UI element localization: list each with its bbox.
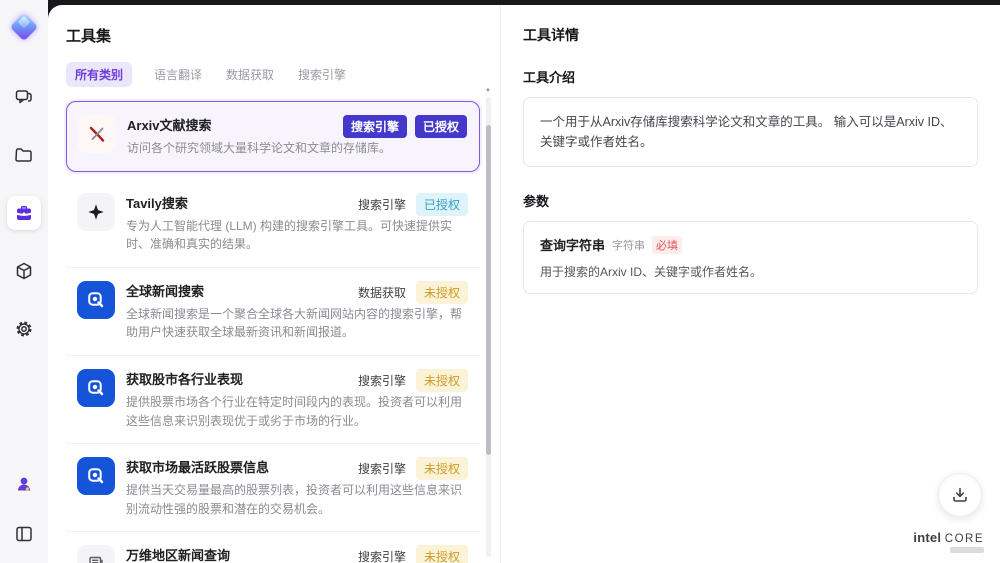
tool-card-3[interactable]: 获取股市各行业表现 提供股票市场各个行业在特定时间段内的表现。投资者可以利用这些… [66, 355, 480, 445]
intro-heading: 工具介绍 [523, 70, 576, 85]
gear-icon[interactable] [7, 312, 41, 346]
category-badge: 搜索引擎 [342, 115, 407, 138]
tab-1[interactable]: 语言翻译 [152, 62, 204, 87]
tab-0[interactable]: 所有类别 [66, 62, 133, 87]
parameter-description: 用于搜索的Arxiv ID、关键字或作者姓名。 [540, 265, 763, 279]
newspaper-icon [89, 557, 103, 563]
tool-description: 全球新闻搜索是一个聚合全球各大新闻网站内容的搜索引擎，帮助用户快速获取全球最新资… [126, 306, 463, 340]
news-search-icon [88, 380, 104, 396]
auth-status-badge: 未授权 [415, 545, 468, 563]
download-icon [953, 487, 967, 502]
tool-details-pane: 工具详情 工具介绍 一个用于从Arxiv存储库搜索科学论文和文章的工具。 输入可… [500, 5, 1000, 563]
left-rail [0, 0, 48, 563]
chat-icon[interactable] [7, 80, 41, 114]
tool-description: 专为人工智能代理 (LLM) 构建的搜索引擎工具。可快速提供实时、准确和真实的结… [126, 218, 453, 252]
cube-icon[interactable] [7, 254, 41, 288]
parameter-type: 字符串 [612, 239, 646, 252]
tool-card-2[interactable]: 全球新闻搜索 全球新闻搜索是一个聚合全球各大新闻网站内容的搜索引擎，帮助用户快速… [66, 267, 480, 356]
tool-list: Arxiv文献搜索 访问各个研究领域大量科学论文和文章的存储库。 搜索引擎 已授… [66, 101, 480, 563]
auth-status-badge: 未授权 [415, 457, 468, 481]
category-badge: 搜索引擎 [357, 197, 406, 212]
page-title: 工具集 [66, 28, 112, 45]
category-badge: 搜索引擎 [357, 373, 406, 388]
tool-card-5[interactable]: 万维地区新闻查询 查询具体行政区划内的新闻，快速了解各地新闻动态 搜索引擎 未授… [66, 532, 480, 563]
sparkle-icon [88, 203, 104, 220]
folder-icon[interactable] [7, 138, 41, 172]
category-badge: 搜索引擎 [357, 462, 406, 477]
parameter-name: 查询字符串 [540, 238, 606, 253]
collapse-panel-icon[interactable] [7, 517, 41, 551]
tool-card-4[interactable]: 获取市场最活跃股票信息 提供当天交易量最高的股票列表，投资者可以利用这些信息来识… [66, 444, 480, 533]
tab-2[interactable]: 数据获取 [224, 62, 276, 87]
tool-description: 访问各个研究领域大量科学论文和文章的存储库。 [127, 141, 392, 155]
scroll-up-icon[interactable]: ▲ [484, 87, 492, 93]
tool-card-0[interactable]: Arxiv文献搜索 访问各个研究领域大量科学论文和文章的存储库。 搜索引擎 已授… [66, 101, 480, 172]
auth-status-badge: 未授权 [415, 368, 468, 392]
main-surface: 工具集 所有类别 语言翻译 数据获取 搜索引擎 Arxiv文献搜索 访问各个研究领域大… [48, 5, 1000, 563]
tab-3[interactable]: 搜索引擎 [296, 62, 348, 87]
category-tabs: 所有类别 语言翻译 数据获取 搜索引擎 [66, 62, 500, 87]
tool-description: 提供股票市场各个行业在特定时间段内的表现。投资者可以利用这些信息来识别表现优于或… [126, 394, 463, 428]
app-logo-icon[interactable] [7, 10, 41, 44]
params-heading: 参数 [523, 194, 550, 209]
auth-status-badge: 已授权 [414, 115, 467, 138]
category-badge: 搜索引擎 [357, 550, 406, 563]
list-scrollbar[interactable]: ▲ [484, 87, 492, 557]
news-search-icon [88, 291, 104, 307]
auth-status-badge: 未授权 [415, 280, 468, 304]
intel-core-logo: intel core [913, 530, 984, 553]
required-badge: 必填 [652, 235, 683, 254]
news-search-icon [88, 468, 104, 484]
user-avatar-icon[interactable] [7, 467, 41, 501]
tool-description: 提供当天交易量最高的股票列表，投资者可以利用这些信息来识别流动性强的股票和潜在的… [126, 483, 463, 516]
toolbox-icon[interactable] [7, 196, 41, 230]
tool-card-1[interactable]: Tavily搜索 专为人工智能代理 (LLM) 构建的搜索引擎工具。可快速提供实… [66, 179, 480, 268]
download-button[interactable] [938, 473, 982, 517]
scrollbar-thumb[interactable] [486, 125, 491, 455]
details-title: 工具详情 [523, 27, 579, 43]
intel-logo-sub-mark [950, 547, 984, 553]
arxiv-icon [89, 126, 105, 142]
intro-text-box: 一个用于从Arxiv存储库搜索科学论文和文章的工具。 输入可以是Arxiv ID… [523, 97, 978, 167]
parameter-card: 查询字符串 字符串 必填 用于搜索的Arxiv ID、关键字或作者姓名。 [523, 221, 978, 294]
tool-list-pane: 工具集 所有类别 语言翻译 数据获取 搜索引擎 Arxiv文献搜索 访问各个研究领域大… [48, 5, 500, 563]
category-badge: 数据获取 [357, 285, 406, 300]
auth-status-badge: 已授权 [415, 192, 468, 216]
app-window: 工具集 所有类别 语言翻译 数据获取 搜索引擎 Arxiv文献搜索 访问各个研究领域大… [0, 0, 1000, 563]
